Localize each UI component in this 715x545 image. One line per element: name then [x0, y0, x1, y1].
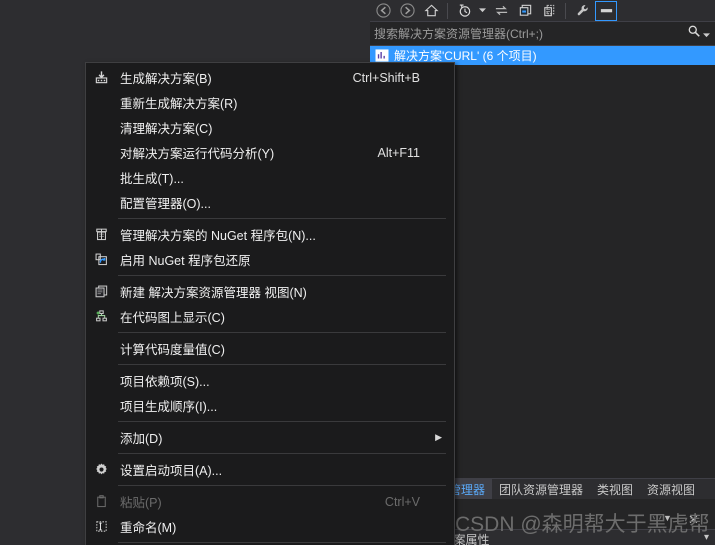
new-view-icon [86, 284, 116, 299]
menu-item-label: 重新生成解决方案(R) [120, 97, 238, 111]
menu-item-label: 生成解决方案(B) [120, 72, 212, 86]
paste-icon [86, 494, 116, 509]
menu-separator [118, 421, 446, 422]
menu-item-paste: 粘贴(P) Ctrl+V [86, 489, 454, 514]
menu-item-shortcut: Ctrl+V [384, 494, 420, 509]
search-icon[interactable] [687, 24, 701, 43]
menu-item-label: 在代码图上显示(C) [120, 311, 225, 325]
menu-item-add[interactable]: 添加(D) ▶ [86, 425, 454, 450]
app-root: 搜索解决方案资源管理器(Ctrl+;) 解决方案'CURL' (6 个项目) B… [0, 0, 715, 545]
sync-icon[interactable] [490, 1, 512, 21]
menu-item-batch-build[interactable]: 批生成(T)... [86, 165, 454, 190]
submenu-arrow-icon: ▶ [435, 432, 442, 442]
collapse-all-icon[interactable] [514, 1, 536, 21]
rename-icon [86, 519, 116, 534]
menu-separator [118, 218, 446, 219]
menu-separator [118, 332, 446, 333]
nuget-package-icon [86, 227, 116, 242]
menu-separator [118, 453, 446, 454]
show-all-files-icon[interactable] [538, 1, 560, 21]
tab-class-view[interactable]: 类视图 [590, 479, 640, 499]
chevron-down-icon[interactable] [477, 1, 488, 21]
solution-icon [374, 48, 390, 63]
menu-item-label: 计算代码度量值(C) [120, 343, 225, 357]
menu-item-label: 项目生成顺序(I)... [120, 400, 218, 414]
preview-pane-icon[interactable] [595, 0, 617, 21]
menu-item-label: 项目依赖项(S)... [120, 375, 210, 389]
code-map-icon [86, 309, 116, 324]
menu-separator [118, 275, 446, 276]
back-icon[interactable] [372, 1, 394, 21]
menu-item-label: 管理解决方案的 NuGet 程序包(N)... [120, 229, 316, 243]
toolbar-separator [447, 2, 448, 19]
menu-separator [118, 485, 446, 486]
menu-item-label: 批生成(T)... [120, 172, 184, 186]
properties-wrench-icon[interactable] [571, 1, 593, 21]
pending-changes-icon[interactable] [453, 1, 475, 21]
watermark: CSDN @森明帮大于黑虎帮 [455, 513, 710, 536]
menu-item-set-startup-projects[interactable]: 设置启动项目(A)... [86, 457, 454, 482]
menu-item-label: 添加(D) [120, 432, 163, 446]
menu-item-label: 启用 NuGet 程序包还原 [120, 254, 251, 268]
tab-label: 类视图 [597, 482, 634, 497]
tab-label: 团队资源管理器 [499, 482, 584, 497]
menu-item-configuration-manager[interactable]: 配置管理器(O)... [86, 190, 454, 215]
build-solution-icon [86, 70, 116, 85]
tab-team-explorer[interactable]: 团队资源管理器 [492, 479, 590, 499]
menu-separator [118, 542, 446, 543]
menu-item-show-on-code-map[interactable]: 在代码图上显示(C) [86, 304, 454, 329]
tab-label: 资源视图 [647, 482, 696, 497]
menu-item-build-solution[interactable]: 生成解决方案(B) Ctrl+Shift+B [86, 65, 454, 90]
context-menu: 生成解决方案(B) Ctrl+Shift+B 重新生成解决方案(R) 清理解决方… [85, 62, 455, 545]
search-bar[interactable]: 搜索解决方案资源管理器(Ctrl+;) [370, 22, 715, 46]
menu-item-label: 重命名(M) [120, 521, 177, 535]
toolbar-separator-2 [565, 2, 566, 19]
menu-item-manage-nuget[interactable]: 管理解决方案的 NuGet 程序包(N)... [86, 222, 454, 247]
menu-item-project-dependencies[interactable]: 项目依赖项(S)... [86, 368, 454, 393]
menu-separator [118, 364, 446, 365]
menu-item-enable-nuget-restore[interactable]: 启用 NuGet 程序包还原 [86, 247, 454, 272]
solution-explorer-toolbar [370, 0, 715, 22]
menu-item-shortcut: Ctrl+Shift+B [352, 70, 420, 85]
nuget-restore-icon [86, 252, 116, 267]
menu-item-rename[interactable]: 重命名(M) [86, 514, 454, 539]
menu-item-label: 清理解决方案(C) [120, 122, 213, 136]
menu-item-new-solution-explorer-view[interactable]: 新建 解决方案资源管理器 视图(N) [86, 279, 454, 304]
menu-item-shortcut: Alt+F11 [377, 145, 421, 160]
home-icon[interactable] [420, 1, 442, 21]
menu-item-label: 对解决方案运行代码分析(Y) [120, 147, 275, 161]
forward-icon[interactable] [396, 1, 418, 21]
menu-item-run-code-analysis[interactable]: 对解决方案运行代码分析(Y) Alt+F11 [86, 140, 454, 165]
search-icons [687, 24, 715, 43]
menu-item-calculate-code-metrics[interactable]: 计算代码度量值(C) [86, 336, 454, 361]
menu-item-rebuild-solution[interactable]: 重新生成解决方案(R) [86, 90, 454, 115]
tab-resource-view[interactable]: 资源视图 [640, 479, 702, 499]
menu-item-label: 设置启动项目(A)... [120, 464, 223, 478]
menu-item-clean-solution[interactable]: 清理解决方案(C) [86, 115, 454, 140]
menu-item-project-build-order[interactable]: 项目生成顺序(I)... [86, 393, 454, 418]
menu-item-label: 新建 解决方案资源管理器 视图(N) [120, 286, 307, 300]
gear-icon [86, 462, 116, 477]
chevron-down-icon[interactable] [703, 25, 710, 43]
menu-item-label: 粘贴(P) [120, 496, 162, 510]
menu-item-label: 配置管理器(O)... [120, 197, 211, 211]
search-input[interactable]: 搜索解决方案资源管理器(Ctrl+;) [370, 25, 687, 42]
